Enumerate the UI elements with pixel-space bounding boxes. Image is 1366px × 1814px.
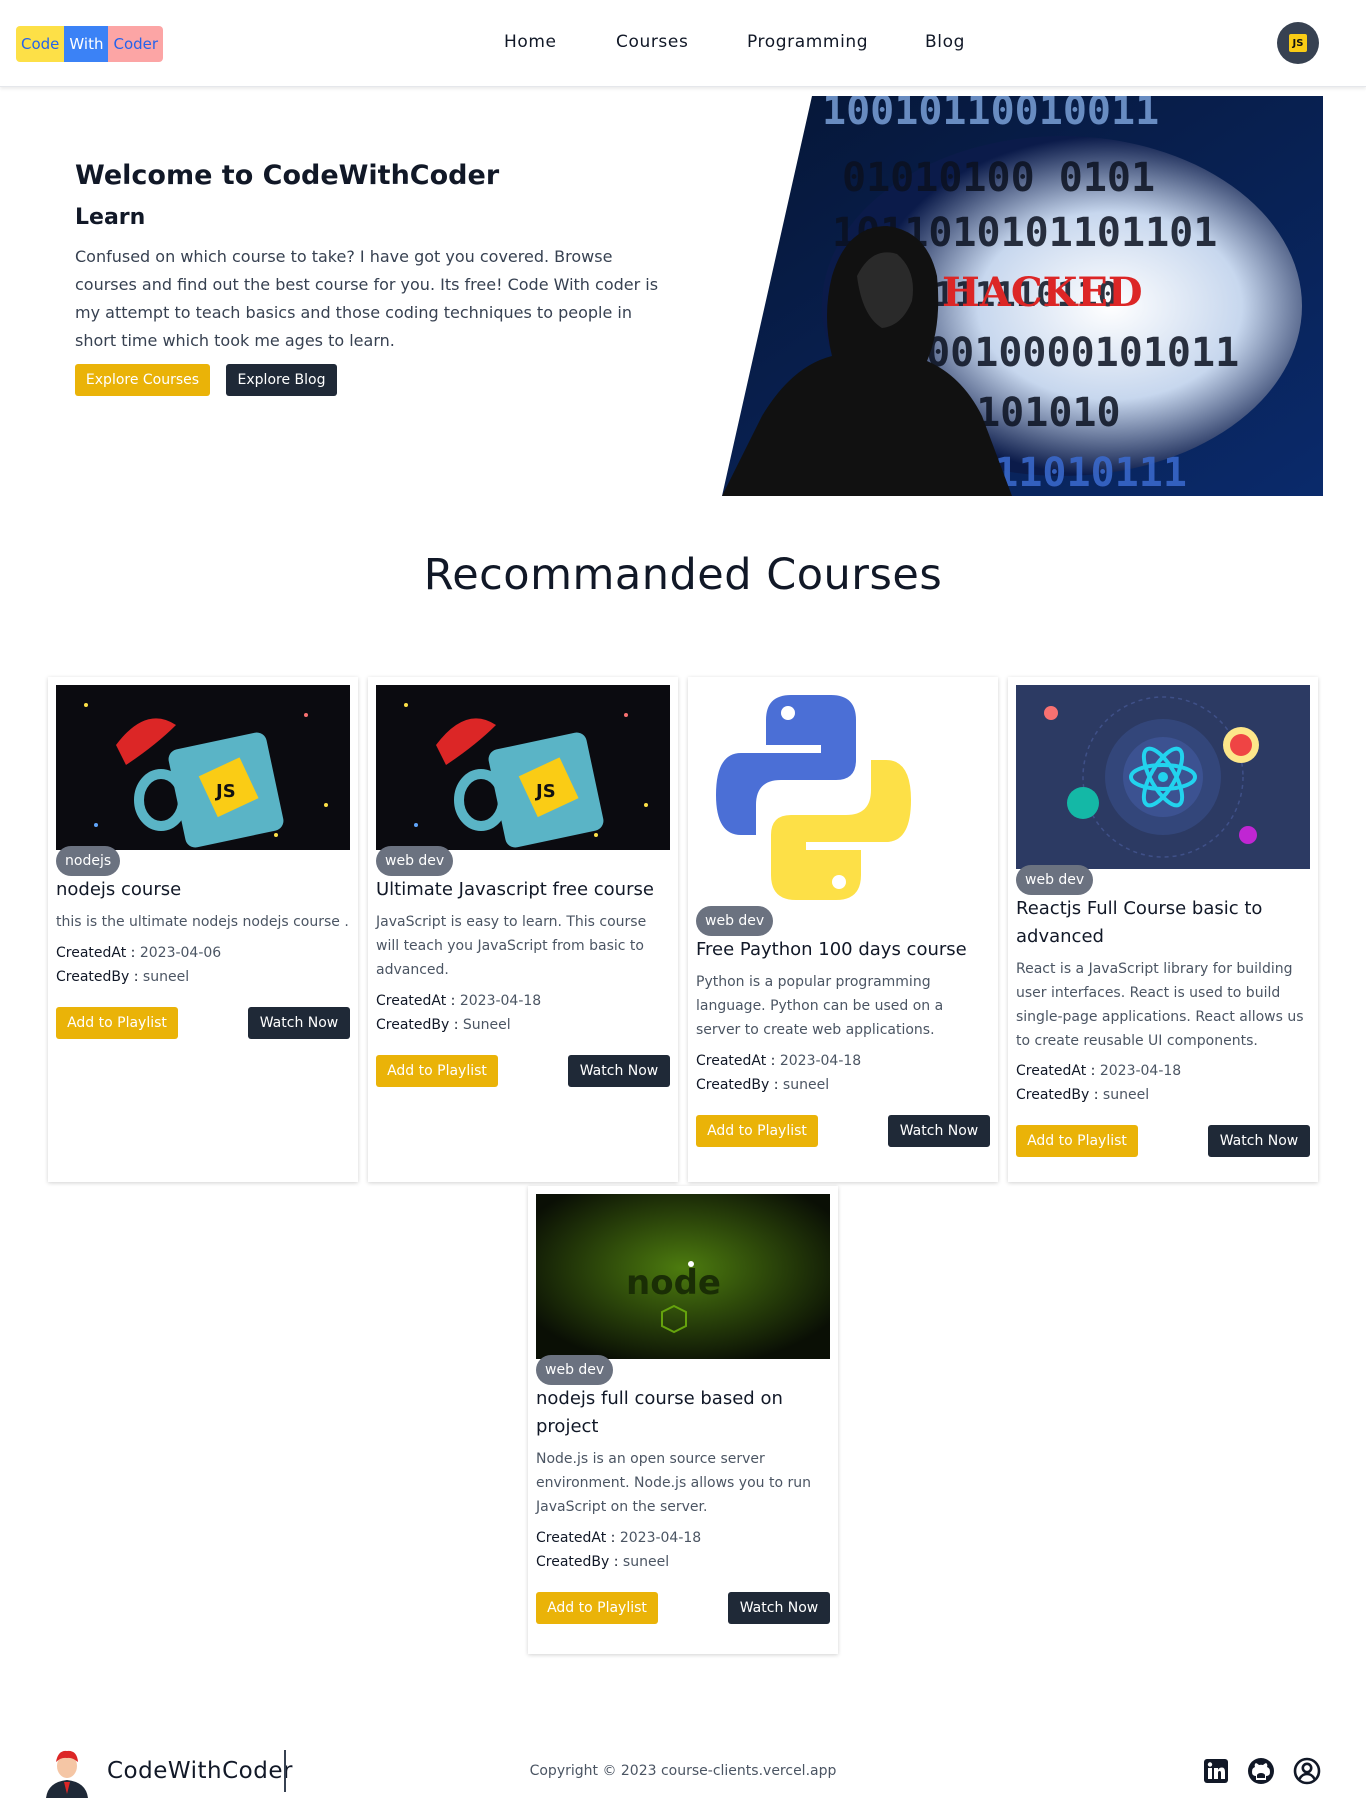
hero-description: Confused on which course to take? I have… [75, 247, 659, 350]
course-title[interactable]: Free Paython 100 days course [696, 936, 990, 964]
course-description: this is the ultimate nodejs nodejs cours… [56, 914, 349, 930]
js-mug-thumbnail: JS [376, 685, 670, 850]
course-description: Python is a popular programming language… [696, 974, 944, 1038]
course-created-by: CreatedBy : suneel [536, 1554, 670, 1570]
add-to-playlist-button[interactable]: Add to Playlist [1016, 1125, 1138, 1157]
recommended-courses-heading: Recommanded Courses [423, 550, 943, 600]
svg-text:node: node [626, 1263, 721, 1303]
nav-blog-link[interactable]: Blog [925, 32, 965, 52]
course-card: node web dev nodejs full course based on… [528, 1186, 838, 1654]
course-created-at: CreatedAt : 2023-04-06 [56, 945, 222, 961]
course-tag[interactable]: nodejs [56, 846, 121, 876]
course-created-at: CreatedAt : 2023-04-18 [1016, 1063, 1182, 1079]
react-logo-thumbnail [1016, 685, 1310, 869]
github-icon[interactable] [1246, 1756, 1276, 1786]
nav-courses-link[interactable]: Courses [616, 32, 688, 52]
add-to-playlist-button[interactable]: Add to Playlist [56, 1007, 178, 1039]
course-card: web dev Free Paython 100 days course Pyt… [688, 677, 998, 1182]
course-tag[interactable]: web dev [536, 1355, 614, 1385]
watch-now-button[interactable]: Watch Now [888, 1115, 990, 1147]
course-description: Node.js is an open source server environ… [536, 1451, 811, 1515]
svg-text:10010110010011: 10010110010011 [822, 96, 1159, 134]
course-created-at: CreatedAt : 2023-04-18 [696, 1053, 862, 1069]
course-title[interactable]: nodejs course [56, 876, 350, 904]
watch-now-button[interactable]: Watch Now [1208, 1125, 1310, 1157]
js-avatar-icon: JS [1289, 34, 1307, 52]
watch-now-button[interactable]: Watch Now [248, 1007, 350, 1039]
svg-text:JS: JS [534, 781, 556, 802]
svg-text:01010100 0101: 01010100 0101 [842, 155, 1155, 201]
course-title[interactable]: Ultimate Javascript free course [376, 876, 670, 904]
course-card: JS nodejs nodejs course this is the ulti… [48, 677, 358, 1182]
course-title[interactable]: nodejs full course based on project [536, 1385, 830, 1441]
linkedin-icon[interactable] [1201, 1756, 1231, 1786]
course-tag[interactable]: web dev [376, 846, 454, 876]
course-title[interactable]: Reactjs Full Course basic to advanced [1016, 895, 1310, 951]
course-card: JS web dev Ultimate Javascript free cour… [368, 677, 678, 1182]
navbar: Code With Coder Home Courses Programming… [0, 0, 1366, 87]
account-icon[interactable] [1292, 1756, 1322, 1786]
hero-subtitle: Learn [75, 205, 146, 230]
watch-now-button[interactable]: Watch Now [728, 1592, 830, 1624]
logo-part-coder: Coder [108, 26, 164, 62]
hacked-text: HACKED [942, 269, 1143, 316]
course-created-by: CreatedBy : Suneel [376, 1017, 511, 1033]
add-to-playlist-button[interactable]: Add to Playlist [376, 1055, 498, 1087]
svg-text:10010000101011: 10010000101011 [902, 330, 1239, 376]
hero-title: Welcome to CodeWithCoder [75, 160, 500, 191]
course-description: JavaScript is easy to learn. This course… [376, 914, 647, 978]
js-mug-thumbnail: JS [56, 685, 350, 850]
course-created-by: CreatedBy : suneel [56, 969, 190, 985]
logo-part-with: With [64, 26, 109, 62]
nav-home-link[interactable]: Home [504, 32, 557, 52]
course-created-by: CreatedBy : suneel [1016, 1087, 1150, 1103]
course-description: React is a JavaScript library for buildi… [1016, 961, 1304, 1049]
nav-programming-link[interactable]: Programming [747, 32, 868, 52]
user-avatar[interactable]: JS [1277, 22, 1319, 64]
add-to-playlist-button[interactable]: Add to Playlist [536, 1592, 658, 1624]
course-card: web dev Reactjs Full Course basic to adv… [1008, 677, 1318, 1182]
explore-blog-button[interactable]: Explore Blog [226, 364, 337, 396]
course-tag[interactable]: web dev [696, 906, 774, 936]
hero-hacker-image: 10010110010011 01010100 0101 10110101011… [722, 96, 1323, 496]
logo-part-code: Code [16, 26, 65, 62]
site-logo[interactable]: Code With Coder [16, 26, 164, 62]
course-created-at: CreatedAt : 2023-04-18 [376, 993, 542, 1009]
explore-courses-button[interactable]: Explore Courses [75, 364, 210, 396]
watch-now-button[interactable]: Watch Now [568, 1055, 670, 1087]
course-created-at: CreatedAt : 2023-04-18 [536, 1530, 702, 1546]
svg-text:JS: JS [214, 781, 236, 802]
python-logo-thumbnail [696, 685, 990, 910]
node-logo-thumbnail: node [536, 1194, 830, 1359]
course-tag[interactable]: web dev [1016, 865, 1094, 895]
footer-copyright: Copyright © 2023 course-clients.vercel.a… [529, 1763, 837, 1779]
add-to-playlist-button[interactable]: Add to Playlist [696, 1115, 818, 1147]
course-created-by: CreatedBy : suneel [696, 1077, 830, 1093]
